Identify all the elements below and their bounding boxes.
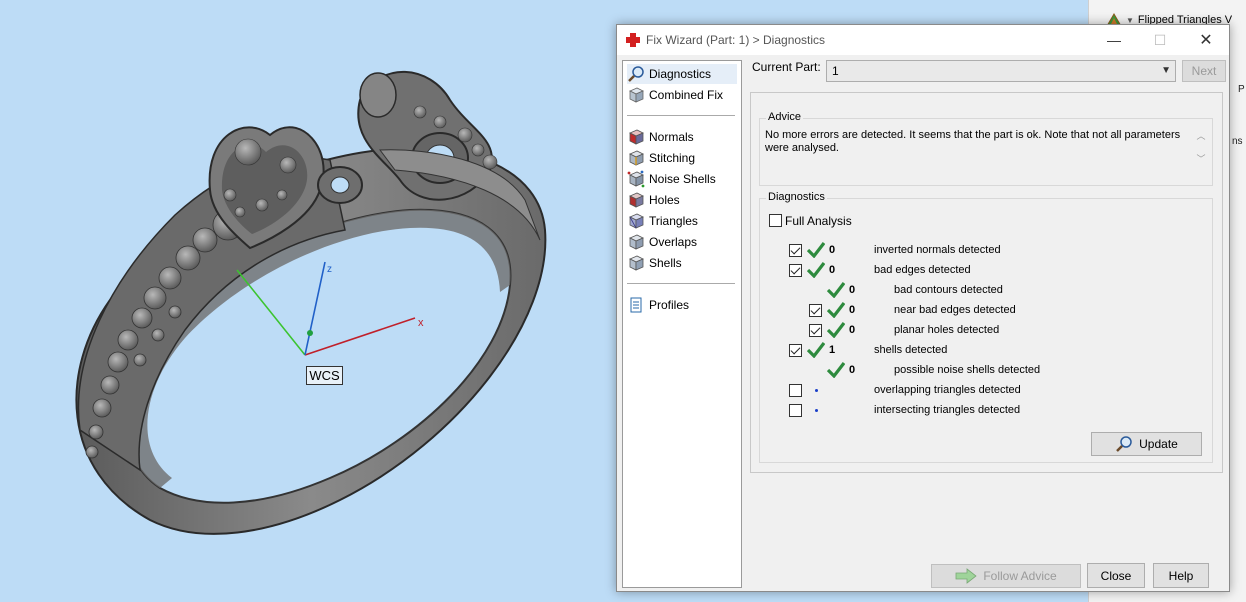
green-check-icon xyxy=(827,302,845,318)
nav-item-normals[interactable]: Normals xyxy=(627,127,737,147)
nav-label: Diagnostics xyxy=(649,67,712,81)
near-bad-edges-count: 0 xyxy=(849,304,856,316)
magnifier-icon xyxy=(628,66,644,82)
bad-contours-label: bad contours detected xyxy=(894,284,1003,296)
update-button[interactable]: Update xyxy=(1091,432,1202,456)
nav-item-profiles[interactable]: Profiles xyxy=(627,295,737,315)
bad-contours-count: 0 xyxy=(849,284,856,296)
shells-cube-icon xyxy=(629,255,644,271)
next-button[interactable]: Next xyxy=(1182,60,1226,82)
z-axis-label: z xyxy=(327,264,332,275)
chevron-down-icon: ▼ xyxy=(1161,65,1171,76)
nav-separator xyxy=(627,283,735,284)
near-bad-edges-label: near bad edges detected xyxy=(894,304,1016,316)
bad-edges-checkbox[interactable] xyxy=(789,264,802,277)
advice-scrollbar[interactable]: ︿ ﹀ xyxy=(1194,129,1208,177)
noise-shells-icon xyxy=(627,170,645,188)
near-bad-edges-checkbox[interactable] xyxy=(809,304,822,317)
green-check-icon xyxy=(807,242,825,258)
update-label: Update xyxy=(1139,437,1178,451)
shells-checkbox[interactable] xyxy=(789,344,802,357)
help-button[interactable]: Help xyxy=(1153,563,1209,588)
dialog-title: Fix Wizard (Part: 1) > Diagnostics xyxy=(646,33,826,47)
bad-edges-count: 0 xyxy=(829,264,836,276)
advice-title: Advice xyxy=(766,111,804,123)
pending-dot-icon xyxy=(815,409,818,412)
nav-label: Normals xyxy=(649,130,694,144)
diagnostics-group: Diagnostics Full Analysis 0 inverted nor… xyxy=(759,191,1213,463)
shells-count: 1 xyxy=(829,344,836,356)
inverted-normals-checkbox[interactable] xyxy=(789,244,802,257)
nav-label: Profiles xyxy=(649,298,690,312)
nav-item-holes[interactable]: Holes xyxy=(627,190,737,210)
diagnostics-panel: Advice No more errors are detected. It s… xyxy=(750,92,1223,473)
wcs-label: WCS xyxy=(306,366,343,385)
green-check-icon xyxy=(807,342,825,358)
nav-item-shells[interactable]: Shells xyxy=(627,253,737,273)
cube-icon xyxy=(629,87,644,103)
minimize-button[interactable]: — xyxy=(1091,25,1137,55)
nav-item-diagnostics[interactable]: Diagnostics xyxy=(627,64,737,84)
noise-shells-count: 0 xyxy=(849,364,856,376)
inverted-normals-count: 0 xyxy=(829,244,836,256)
titlebar: Fix Wizard (Part: 1) > Diagnostics — ☐ ✕ xyxy=(617,25,1229,55)
nav-label: Noise Shells xyxy=(649,172,716,186)
x-axis-label: x xyxy=(418,317,424,329)
overlapping-triangles-checkbox[interactable] xyxy=(789,384,802,397)
nav-label: Overlaps xyxy=(649,235,698,249)
shells-label: shells detected xyxy=(874,344,948,356)
follow-advice-button[interactable]: Follow Advice xyxy=(931,564,1081,588)
red-cross-icon xyxy=(626,33,640,47)
nav-label: Triangles xyxy=(649,214,698,228)
wizard-nav-list: Diagnostics Combined Fix Normals Stitchi… xyxy=(622,60,742,588)
current-part-value: 1 xyxy=(832,64,839,78)
green-check-icon xyxy=(827,282,845,298)
overlapping-triangles-label: overlapping triangles detected xyxy=(874,384,1021,396)
nav-item-overlaps[interactable]: Overlaps xyxy=(627,232,737,252)
nav-label: Shells xyxy=(649,256,682,270)
nav-label: Stitching xyxy=(649,151,696,165)
arrow-right-icon xyxy=(955,568,977,584)
fix-wizard-dialog: Fix Wizard (Part: 1) > Diagnostics — ☐ ✕… xyxy=(616,24,1230,592)
nav-label: Holes xyxy=(649,193,680,207)
green-check-icon xyxy=(807,262,825,278)
nav-item-stitching[interactable]: Stitching xyxy=(627,148,737,168)
current-part-select[interactable]: 1 ▼ xyxy=(826,60,1176,82)
bad-edges-label: bad edges detected xyxy=(874,264,971,276)
advice-text: No more errors are detected. It seems th… xyxy=(765,129,1199,179)
follow-advice-label: Follow Advice xyxy=(983,569,1057,583)
green-check-icon xyxy=(827,362,845,378)
holes-cube-icon xyxy=(629,192,644,208)
side-fragment-1: P xyxy=(1238,84,1245,95)
close-window-button[interactable]: ✕ xyxy=(1183,25,1229,55)
intersecting-triangles-label: intersecting triangles detected xyxy=(874,404,1021,416)
magnifier-icon xyxy=(1116,436,1132,452)
side-fragment-2: ns xyxy=(1232,136,1243,147)
nav-separator xyxy=(627,115,735,116)
maximize-button[interactable]: ☐ xyxy=(1137,25,1183,55)
planar-holes-label: planar holes detected xyxy=(894,324,1000,336)
stitching-cube-icon xyxy=(629,150,644,166)
planar-holes-checkbox[interactable] xyxy=(809,324,822,337)
overlaps-cube-icon xyxy=(629,234,644,250)
advice-group: Advice No more errors are detected. It s… xyxy=(759,111,1213,186)
current-part-label: Current Part: xyxy=(752,60,821,74)
nav-item-noise-shells[interactable]: Noise Shells xyxy=(627,169,737,189)
intersecting-triangles-checkbox[interactable] xyxy=(789,404,802,417)
full-analysis-checkbox[interactable] xyxy=(769,214,782,227)
nav-item-combined-fix[interactable]: Combined Fix xyxy=(627,85,737,105)
close-button[interactable]: Close xyxy=(1087,563,1145,588)
green-check-icon xyxy=(827,322,845,338)
full-analysis-label: Full Analysis xyxy=(785,214,852,228)
planar-holes-count: 0 xyxy=(849,324,856,336)
pending-dot-icon xyxy=(815,389,818,392)
triangles-cube-icon xyxy=(629,213,644,229)
normals-cube-icon xyxy=(629,129,644,145)
nav-label: Combined Fix xyxy=(649,88,724,102)
noise-shells-label: possible noise shells detected xyxy=(894,364,1041,376)
diagnostics-title: Diagnostics xyxy=(766,191,827,203)
nav-item-triangles[interactable]: Triangles xyxy=(627,211,737,231)
document-icon xyxy=(630,297,642,313)
inverted-normals-label: inverted normals detected xyxy=(874,244,1001,256)
